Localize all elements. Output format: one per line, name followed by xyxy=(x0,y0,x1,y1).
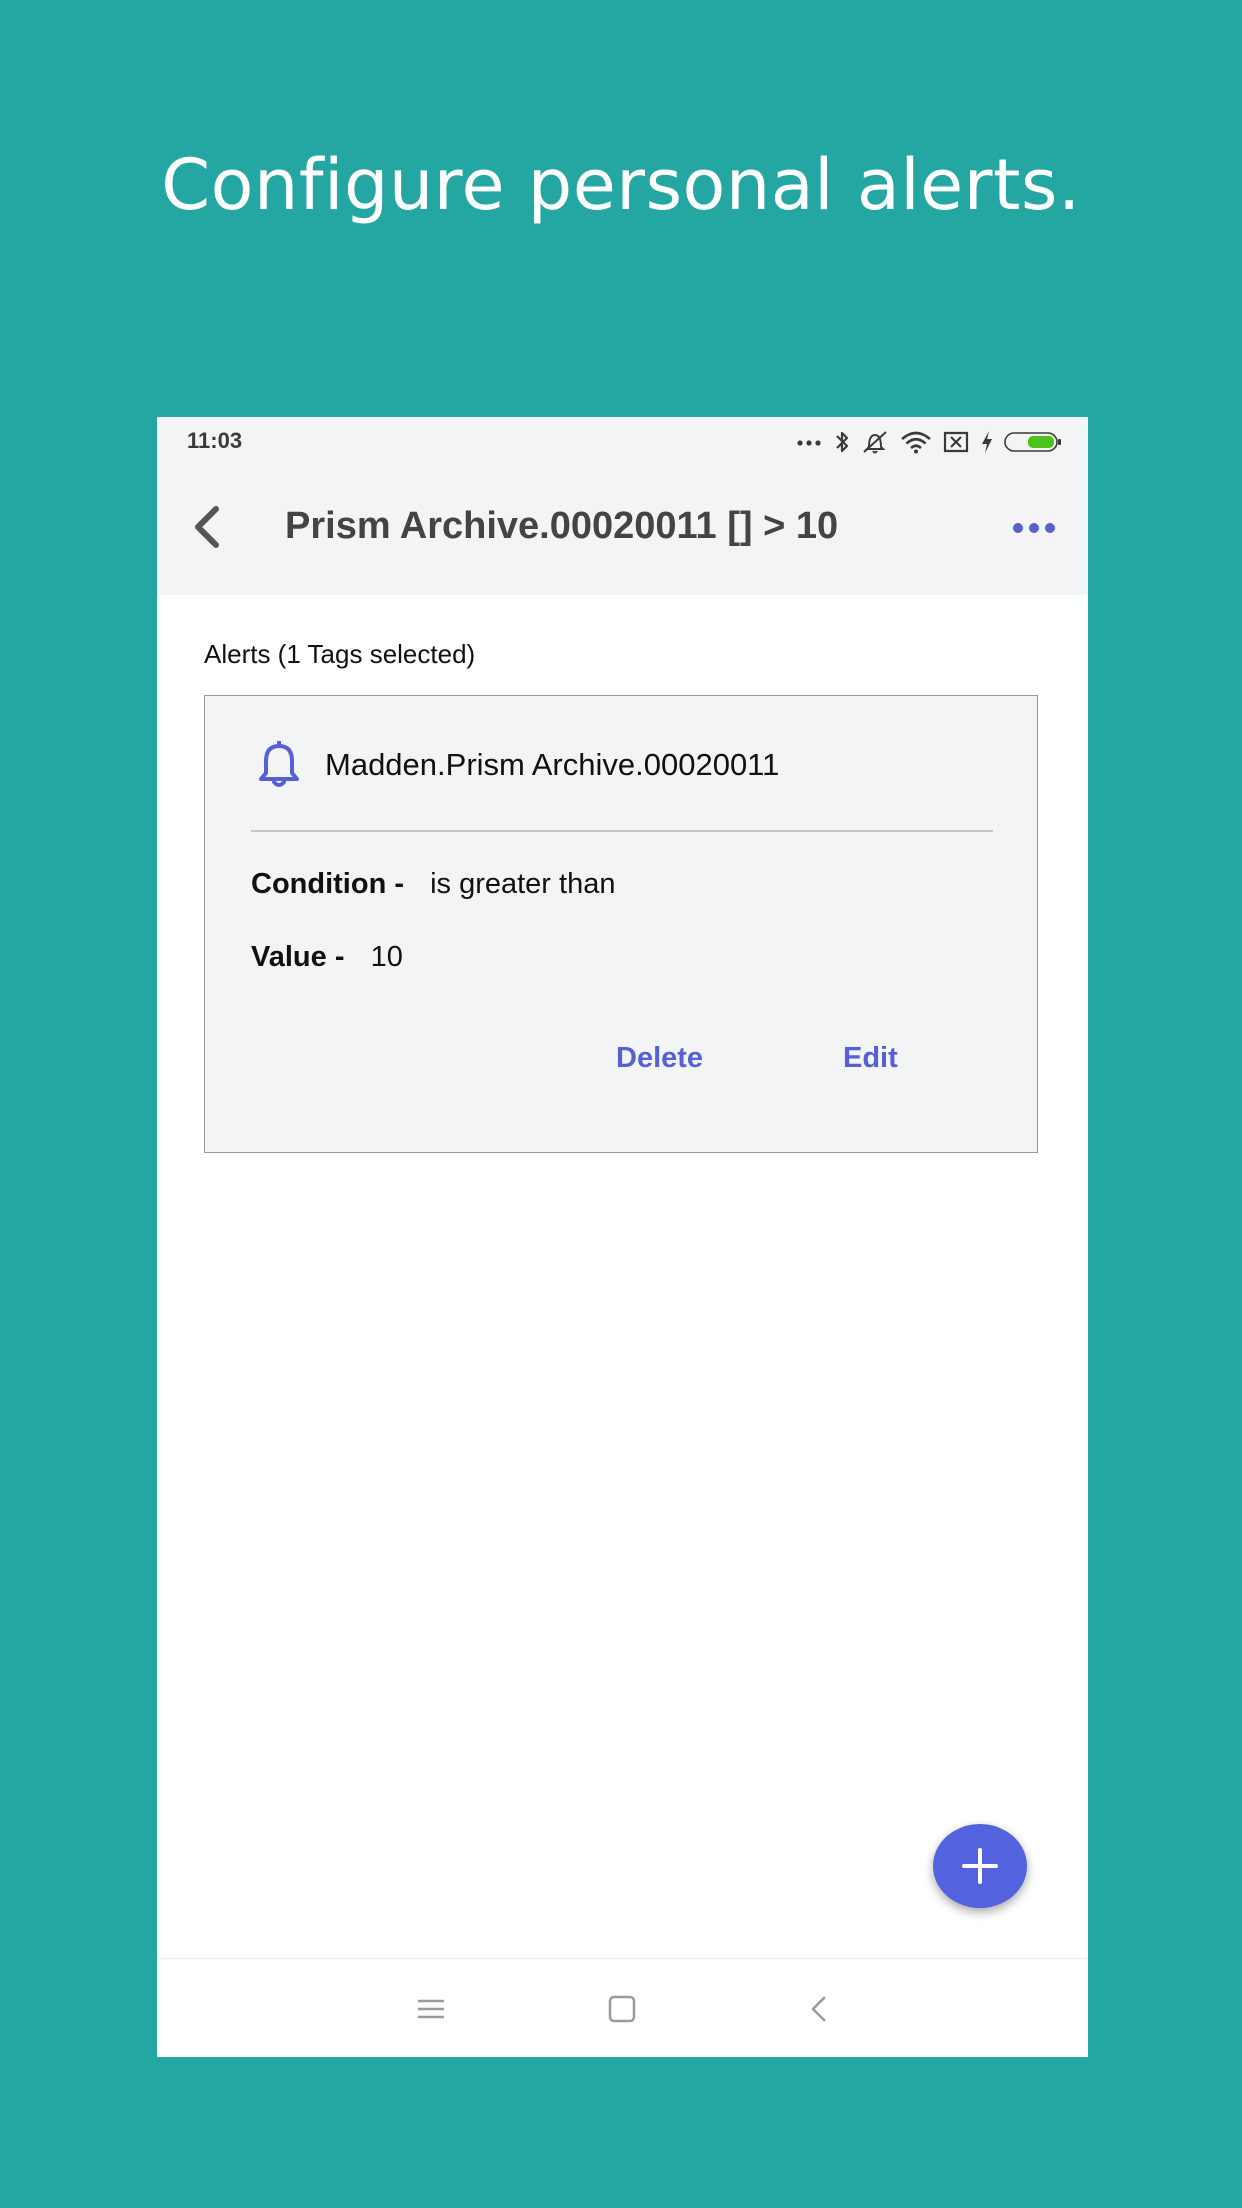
edit-button[interactable]: Edit xyxy=(843,1042,898,1075)
alert-card-header: Madden.Prism Archive.00020011 xyxy=(257,740,779,790)
home-square-icon xyxy=(608,1995,636,2023)
app-bar: Prism Archive.00020011 [] > 10 xyxy=(157,467,1088,595)
phone-screen: 11:03 Prism Archive.00020011 [] > 10 Ale… xyxy=(157,417,1088,2057)
system-nav-bar xyxy=(157,1958,1088,2057)
alerts-section-label: Alerts (1 Tags selected) xyxy=(204,639,476,669)
more-dots-icon xyxy=(797,440,821,446)
condition-value: is greater than xyxy=(430,868,616,900)
value-label: Value - xyxy=(251,941,345,973)
chevron-left-icon xyxy=(195,506,219,548)
charging-icon xyxy=(982,431,992,453)
back-button[interactable] xyxy=(177,497,237,557)
value-row: Value - 10 xyxy=(251,941,403,974)
plus-icon xyxy=(962,1848,998,1884)
battery-icon xyxy=(1004,432,1061,452)
more-horizontal-icon xyxy=(1013,523,1055,533)
nav-home-button[interactable] xyxy=(600,1987,644,2031)
add-alert-button[interactable] xyxy=(933,1824,1027,1908)
alert-card: Madden.Prism Archive.00020011 Condition … xyxy=(204,695,1038,1153)
nav-back-button[interactable] xyxy=(797,1987,841,2031)
condition-label: Condition - xyxy=(251,868,405,900)
card-divider xyxy=(251,830,993,832)
menu-icon xyxy=(418,1999,444,2019)
headline: Configure personal alerts. xyxy=(161,144,1081,226)
page-title: Prism Archive.00020011 [] > 10 xyxy=(285,505,839,547)
value-value: 10 xyxy=(370,941,403,973)
vibrate-off-icon xyxy=(863,431,887,454)
bell-icon xyxy=(259,741,299,787)
nav-menu-button[interactable] xyxy=(409,1987,453,2031)
status-bar: 11:03 xyxy=(157,417,1088,467)
condition-row: Condition - is greater than xyxy=(251,868,615,901)
bluetooth-icon xyxy=(836,431,849,453)
more-options-button[interactable] xyxy=(1006,503,1062,553)
delete-button[interactable]: Delete xyxy=(616,1042,703,1075)
sim-off-icon xyxy=(943,431,969,453)
status-icons xyxy=(796,427,1062,457)
alert-tag-name: Madden.Prism Archive.00020011 xyxy=(325,747,780,782)
wifi-icon xyxy=(901,431,931,454)
back-chevron-icon xyxy=(811,1996,826,2022)
status-time: 11:03 xyxy=(187,428,243,453)
